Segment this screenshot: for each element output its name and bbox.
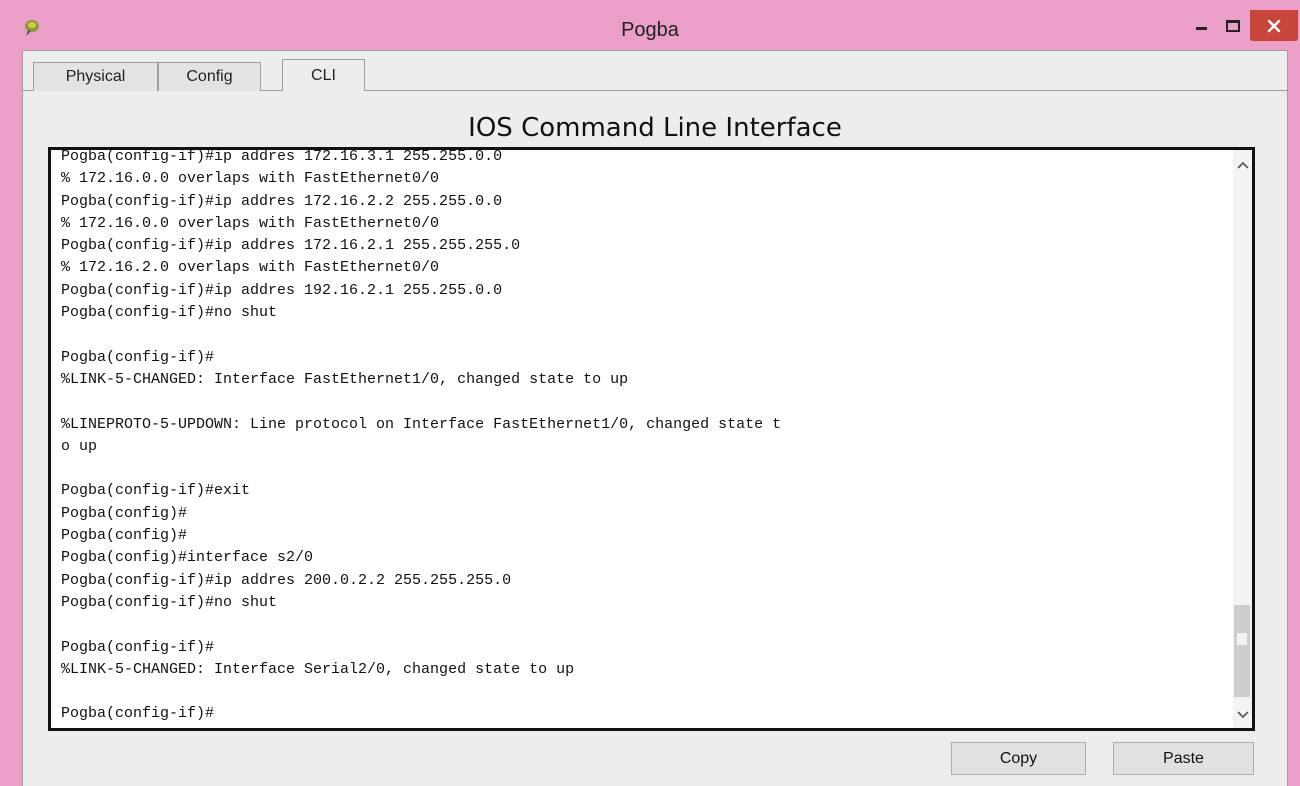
cli-line: Pogba(config-if)#ip addres 172.16.2.1 25…: [61, 237, 521, 255]
cli-line: % 172.16.0.0 overlaps with FastEthernet0…: [61, 214, 440, 232]
cli-line: Pogba(config-if)#no shut: [61, 304, 278, 322]
cli-line: % 172.16.2.0 overlaps with FastEthernet0…: [61, 259, 440, 277]
scroll-down-button[interactable]: [1233, 704, 1252, 726]
title-bar: Pogba: [0, 10, 1300, 50]
cli-line: %LINEPROTO-5-UPDOWN: Line protocol on In…: [61, 415, 782, 433]
maximize-icon: [1226, 19, 1240, 32]
cli-line: Pogba(config)#: [61, 504, 188, 522]
tab-config[interactable]: Config: [158, 62, 261, 91]
cli-line: Pogba(config-if)#ip addres 192.16.2.1 25…: [61, 281, 503, 299]
cli-line: Pogba(config-if)#ip addres 172.16.3.1 25…: [61, 148, 503, 165]
cli-console[interactable]: Pogba(config-if)#ip addres 172.16.3.1 25…: [48, 147, 1255, 731]
cli-line: Pogba(config-if)#no shut: [61, 593, 278, 611]
cli-output[interactable]: Pogba(config-if)#ip addres 172.16.3.1 25…: [61, 148, 1221, 726]
maximize-button[interactable]: [1216, 10, 1250, 41]
background-window-strip: [0, 0, 1300, 10]
cli-line: % 172.16.0.0 overlaps with FastEthernet0…: [61, 170, 440, 188]
paste-button[interactable]: Paste: [1113, 742, 1254, 775]
cli-line: [61, 681, 1221, 703]
copy-button[interactable]: Copy: [951, 742, 1086, 775]
cli-line: Pogba(config-if)#ip addres 172.16.2.2 25…: [61, 192, 503, 210]
cli-heading: IOS Command Line Interface: [468, 113, 842, 143]
tab-cli[interactable]: CLI: [282, 59, 365, 91]
window-title: Pogba: [621, 19, 679, 41]
close-button[interactable]: [1250, 10, 1298, 41]
cli-line: [61, 391, 1221, 413]
cli-line: %LINK-5-CHANGED: Interface Serial2/0, ch…: [61, 660, 575, 678]
cli-line: Pogba(config-if)#exit: [61, 482, 251, 500]
cli-line: Pogba(config-if)#ip addres 200.0.2.2 255…: [61, 571, 512, 589]
minimize-icon: [1195, 27, 1207, 30]
cli-line: Pogba(config-if)#: [61, 638, 215, 656]
scroll-up-button[interactable]: [1233, 154, 1252, 176]
cli-line: Pogba(config)#: [61, 527, 188, 545]
tab-physical[interactable]: Physical: [33, 62, 158, 91]
chevron-up-icon: [1236, 161, 1249, 169]
cli-line: [61, 614, 1221, 636]
cli-line: o up: [61, 437, 98, 455]
cli-line: [61, 324, 1221, 346]
cli-line: Pogba(config)#interface s2/0: [61, 549, 314, 567]
device-window-body: Physical Config CLI IOS Command Line Int…: [22, 50, 1288, 786]
scroll-thumb[interactable]: [1234, 605, 1250, 697]
cli-line: Pogba(config-if)#: [61, 705, 215, 723]
chevron-down-icon: [1236, 711, 1249, 719]
minimize-button[interactable]: [1186, 10, 1216, 41]
cli-line: Pogba(config-if)#: [61, 348, 215, 366]
console-scrollbar[interactable]: [1233, 150, 1252, 728]
cli-line: %LINK-5-CHANGED: Interface FastEthernet1…: [61, 370, 629, 388]
cli-line: [61, 458, 1221, 480]
close-icon: [1267, 19, 1281, 32]
